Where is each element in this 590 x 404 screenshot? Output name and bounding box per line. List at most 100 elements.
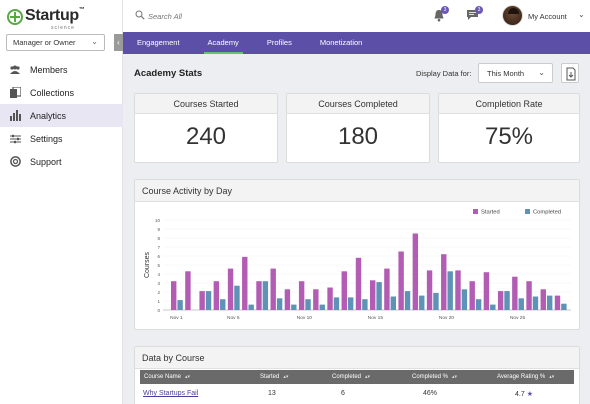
account-menu-label[interactable]: My Account [528,12,567,21]
bar-started [540,289,546,310]
bar-completed [490,304,496,310]
startup-science-logo[interactable]: Startup™ science [7,7,107,31]
sort-icon: ▴▾ [452,374,458,380]
table-cell-rating: 4.7 ★ [515,390,533,398]
legend-label: Started [481,210,500,216]
legend-label: Completed [533,210,561,216]
stat-card-label: Courses Completed [287,94,429,114]
data-by-course-card: Data by Course Course Name ▴▾ Started ▴▾ C… [134,346,580,404]
logo-plus-icon [7,9,23,25]
role-select[interactable]: Manager or Owner ⌄ [6,34,105,51]
search-input[interactable] [148,9,298,23]
bar-completed [546,295,553,310]
export-file-icon [566,67,576,81]
bar-completed [376,282,382,310]
sidebar-collapse-button[interactable]: ‹ [114,34,123,51]
role-select-value: Manager or Owner [13,38,76,47]
bar-completed [475,299,482,310]
sidebar: Startup™ science Manager or Owner ⌄ Memb… [0,0,123,404]
bar-completed [205,291,212,310]
sidebar-item-label: Support [30,156,62,167]
column-header-completed[interactable]: Completed ▴▾ [332,370,370,384]
settings-icon [9,133,21,145]
x-tick-label: Nov 15 [368,315,384,321]
bar-started [242,256,248,310]
x-tick-label: Nov 25 [510,315,526,321]
bar-started [298,281,305,310]
column-header-label: Course Name [144,374,182,380]
bar-completed [404,291,411,310]
sidebar-item-members[interactable]: Members [0,58,123,81]
tab-engagement[interactable]: Engagement [123,32,194,54]
chevron-down-icon[interactable]: ⌄ [578,10,585,19]
y-tick-label: 0 [157,308,160,313]
bar-completed [248,304,254,310]
bar-completed [177,300,183,310]
bar-completed [532,296,539,310]
stat-card-value: 180 [337,123,379,150]
chevron-down-icon: ⌄ [91,37,98,46]
sidebar-item-collections[interactable]: Collections [0,81,123,104]
bar-started [213,281,220,310]
bar-completed [561,303,567,310]
tab-bar: Engagement Academy Profiles Monetization [123,32,590,54]
tab-academy[interactable]: Academy [194,32,253,54]
stat-card-courses-started: Courses Started 240 [134,93,278,163]
sort-icon: ▴▾ [185,374,191,380]
members-icon [9,64,21,76]
page-title: Academy Stats [134,68,203,79]
table-header-row: Course Name ▴▾ Started ▴▾ Completed ▴▾ Comp… [140,370,574,384]
bar-started [412,233,419,310]
bar-started [185,271,191,310]
bar-started [455,270,461,310]
avatar[interactable] [502,5,523,26]
bar-started [327,287,333,310]
course-activity-chart: Courses 0 1 2 3 4 5 6 7 8 9 10 Nov 1 Nov 5 Nov 10 Nov 1… [144,209,571,321]
column-header-started[interactable]: Started ▴▾ [260,370,288,384]
column-header-completed-pct[interactable]: Completed % ▴▾ [412,370,457,384]
legend-swatch [473,209,478,214]
tab-profiles[interactable]: Profiles [253,32,306,54]
bar-started [313,289,319,310]
bar-started [341,271,347,310]
bar-completed [305,299,311,310]
sidebar-nav: Members Collections Analytics Settings S… [0,58,123,173]
bar-completed [362,299,368,310]
sidebar-item-label: Analytics [30,110,67,121]
sort-icon: ▴▾ [549,374,555,380]
messages-badge: 3 [475,6,483,14]
export-button[interactable] [561,63,579,83]
logo-subtitle: science [51,25,75,31]
logo-tm: ™ [78,7,85,13]
bar-started [526,281,532,310]
chart-title: Course Activity by Day [135,180,579,202]
bar-started [199,291,205,310]
bar-completed [433,292,439,310]
bar-started [398,251,404,310]
sidebar-item-support[interactable]: Support [0,150,123,173]
y-tick-label: 5 [157,263,160,268]
y-tick-label: 1 [157,299,160,304]
sidebar-item-analytics[interactable]: Analytics [0,104,123,127]
course-activity-chart-card: Course Activity by Day Courses 0 1 2 3 4 5 6 7 8 9… [134,179,580,330]
stat-card-value: 75% [484,123,534,150]
bar-completed [461,289,468,310]
column-header-average-rating[interactable]: Average Rating % ▴▾ [497,370,554,384]
sidebar-item-label: Collections [30,87,75,98]
bar-started [426,270,433,310]
sort-icon: ▴▾ [283,374,289,380]
tab-monetization[interactable]: Monetization [306,32,377,54]
period-select[interactable]: This Month ⌄ [478,63,553,83]
bar-started [483,272,490,310]
period-select-value: This Month [487,69,525,78]
x-tick-label: Nov 5 [227,315,240,321]
bar-started [497,291,504,310]
bar-completed [220,299,226,310]
sidebar-item-settings[interactable]: Settings [0,127,123,150]
legend-swatch [525,209,530,214]
course-name-link[interactable]: Why Startups Fail [143,390,198,397]
column-header-label: Started [260,374,280,380]
y-tick-label: 9 [157,227,160,232]
column-header-course-name[interactable]: Course Name ▴▾ [144,370,190,384]
sidebar-item-label: Members [30,64,68,75]
